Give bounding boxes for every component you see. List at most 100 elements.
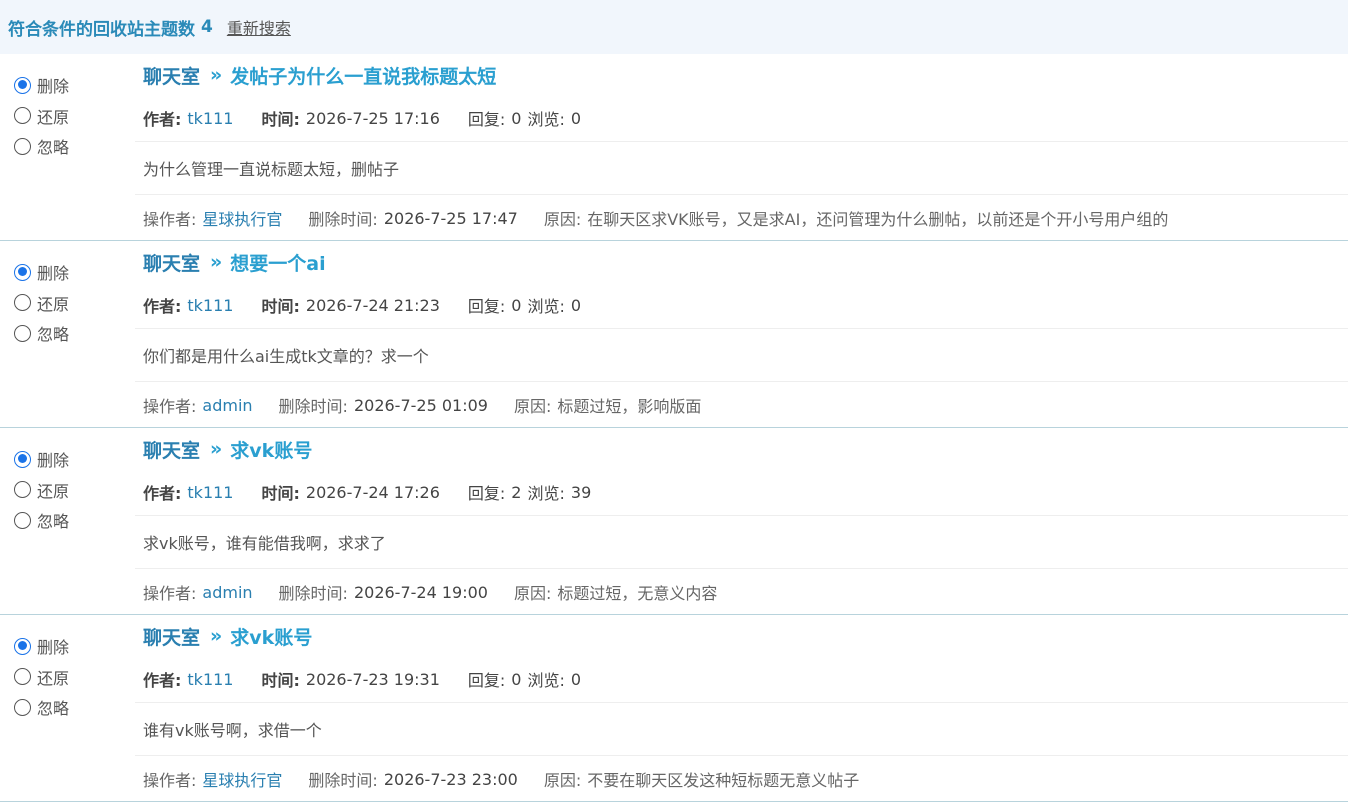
time-key: 时间: [261, 484, 300, 503]
list-item: 删除 还原 忽略 聊天室 » 求vk账号 作者: tk111 时间: 2026-… [0, 428, 1348, 615]
operator-key: 操作者: [143, 397, 197, 416]
topic-content: 聊天室 » 求vk账号 作者: tk111 时间: 2026-7-23 19:3… [135, 615, 1348, 802]
topic-body-text: 为什么管理一直说标题太短，删帖子 [143, 160, 400, 179]
delete-reason: 在聊天区求VK账号，又是求AI，还问管理为什么删帖，以前还是个开小号用户组的 [587, 210, 1169, 229]
topic-body-text: 你们都是用什么ai生成tk文章的？求一个 [143, 347, 429, 366]
topic-body: 谁有vk账号啊，求借一个 [135, 702, 1348, 755]
replies-key: 回复: [467, 110, 506, 129]
restore-radio-button[interactable] [14, 668, 31, 686]
replies-count: 2 [511, 482, 522, 502]
replies-key: 回复: [467, 671, 506, 690]
author-link[interactable]: tk111 [187, 109, 233, 128]
delete-radio[interactable]: 删除 [14, 257, 124, 288]
ignore-radio[interactable]: 忽略 [14, 318, 124, 349]
delete-radio-button[interactable] [14, 76, 31, 94]
results-header: 符合条件的回收站主题数 4 重新搜索 [0, 0, 1348, 54]
restore-radio-button[interactable] [14, 107, 31, 125]
delete-time-key: 删除时间: [278, 397, 348, 416]
reason-key: 原因: [513, 397, 552, 416]
views-key: 浏览: [527, 671, 565, 690]
restore-radio-label[interactable]: 还原 [37, 104, 69, 128]
replies-key: 回复: [467, 297, 506, 316]
replies-count: 0 [511, 295, 522, 315]
restore-radio[interactable]: 还原 [14, 662, 124, 693]
restore-radio[interactable]: 还原 [14, 101, 124, 132]
ignore-radio-label[interactable]: 忽略 [37, 508, 69, 532]
topic-title-link[interactable]: 发帖子为什么一直说我标题太短 [230, 62, 496, 89]
author-key: 作者: [143, 297, 182, 316]
delete-reason: 不要在聊天区发这种短标题无意义帖子 [587, 771, 860, 790]
topic-body: 求vk账号，谁有能借我啊，求求了 [135, 515, 1348, 568]
post-time: 2026-7-25 17:16 [305, 108, 440, 128]
time-key: 时间: [261, 110, 300, 129]
ignore-radio-button[interactable] [14, 324, 31, 342]
delete-info-row: 操作者: 星球执行官 删除时间: 2026-7-25 17:47 原因: 在聊天… [135, 194, 1348, 241]
author-link[interactable]: tk111 [187, 670, 233, 689]
ignore-radio[interactable]: 忽略 [14, 505, 124, 536]
breadcrumb-arrow-icon: » [210, 251, 223, 273]
delete-time-key: 删除时间: [308, 210, 378, 229]
author-link[interactable]: tk111 [187, 296, 233, 315]
ignore-radio-label[interactable]: 忽略 [37, 134, 69, 158]
topic-body: 为什么管理一直说标题太短，删帖子 [135, 141, 1348, 194]
author-key: 作者: [143, 484, 182, 503]
research-link[interactable]: 重新搜索 [227, 15, 291, 39]
restore-radio[interactable]: 还原 [14, 288, 124, 319]
restore-radio-button[interactable] [14, 481, 31, 499]
ignore-radio-button[interactable] [14, 511, 31, 529]
operator-link[interactable]: admin [202, 396, 252, 415]
operator-key: 操作者: [143, 210, 197, 229]
restore-radio-label[interactable]: 还原 [37, 478, 69, 502]
forum-link[interactable]: 聊天室 [143, 249, 200, 276]
delete-time: 2026-7-24 19:00 [353, 582, 488, 602]
time-key: 时间: [261, 297, 300, 316]
list-item: 删除 还原 忽略 聊天室 » 发帖子为什么一直说我标题太短 作者: tk111 … [0, 54, 1348, 241]
restore-radio[interactable]: 还原 [14, 475, 124, 506]
operator-link[interactable]: 星球执行官 [202, 767, 282, 791]
topic-content: 聊天室 » 想要一个ai 作者: tk111 时间: 2026-7-24 21:… [135, 241, 1348, 428]
delete-radio-label[interactable]: 删除 [37, 73, 69, 97]
time-key: 时间: [261, 671, 300, 690]
forum-link[interactable]: 聊天室 [143, 436, 200, 463]
topic-content: 聊天室 » 求vk账号 作者: tk111 时间: 2026-7-24 17:2… [135, 428, 1348, 615]
topic-title-link[interactable]: 求vk账号 [230, 436, 312, 463]
delete-radio[interactable]: 删除 [14, 631, 124, 662]
action-radio-group: 删除 还原 忽略 [14, 631, 124, 723]
post-time: 2026-7-24 17:26 [305, 482, 440, 502]
delete-time: 2026-7-25 01:09 [353, 395, 488, 415]
ignore-radio-button[interactable] [14, 137, 31, 155]
delete-radio-button[interactable] [14, 263, 31, 281]
restore-radio-label[interactable]: 还原 [37, 665, 69, 689]
post-time: 2026-7-23 19:31 [305, 669, 440, 689]
reason-key: 原因: [543, 210, 582, 229]
ignore-radio[interactable]: 忽略 [14, 692, 124, 723]
restore-radio-button[interactable] [14, 294, 31, 312]
forum-link[interactable]: 聊天室 [143, 623, 200, 650]
result-count-label: 符合条件的回收站主题数 [8, 19, 195, 40]
topic-title-link[interactable]: 求vk账号 [230, 623, 312, 650]
delete-radio-button[interactable] [14, 450, 31, 468]
result-count-value: 4 [201, 17, 213, 37]
delete-radio[interactable]: 删除 [14, 70, 124, 101]
restore-radio-label[interactable]: 还原 [37, 291, 69, 315]
delete-radio-label[interactable]: 删除 [37, 634, 69, 658]
replies-key: 回复: [467, 484, 506, 503]
topic-title-link[interactable]: 想要一个ai [230, 249, 325, 276]
topic-content: 聊天室 » 发帖子为什么一直说我标题太短 作者: tk111 时间: 2026-… [135, 54, 1348, 241]
ignore-radio-label[interactable]: 忽略 [37, 695, 69, 719]
author-link[interactable]: tk111 [187, 483, 233, 502]
ignore-radio[interactable]: 忽略 [14, 131, 124, 162]
delete-radio-label[interactable]: 删除 [37, 260, 69, 284]
delete-radio[interactable]: 删除 [14, 444, 124, 475]
topic-title-row: 聊天室 » 求vk账号 [135, 428, 1348, 469]
ignore-radio-label[interactable]: 忽略 [37, 321, 69, 345]
forum-link[interactable]: 聊天室 [143, 62, 200, 89]
operator-link[interactable]: 星球执行官 [202, 206, 282, 230]
delete-radio-button[interactable] [14, 637, 31, 655]
operator-link[interactable]: admin [202, 583, 252, 602]
delete-info-row: 操作者: 星球执行官 删除时间: 2026-7-23 23:00 原因: 不要在… [135, 755, 1348, 802]
views-key: 浏览: [527, 297, 565, 316]
post-time: 2026-7-24 21:23 [305, 295, 440, 315]
ignore-radio-button[interactable] [14, 698, 31, 716]
delete-radio-label[interactable]: 删除 [37, 447, 69, 471]
